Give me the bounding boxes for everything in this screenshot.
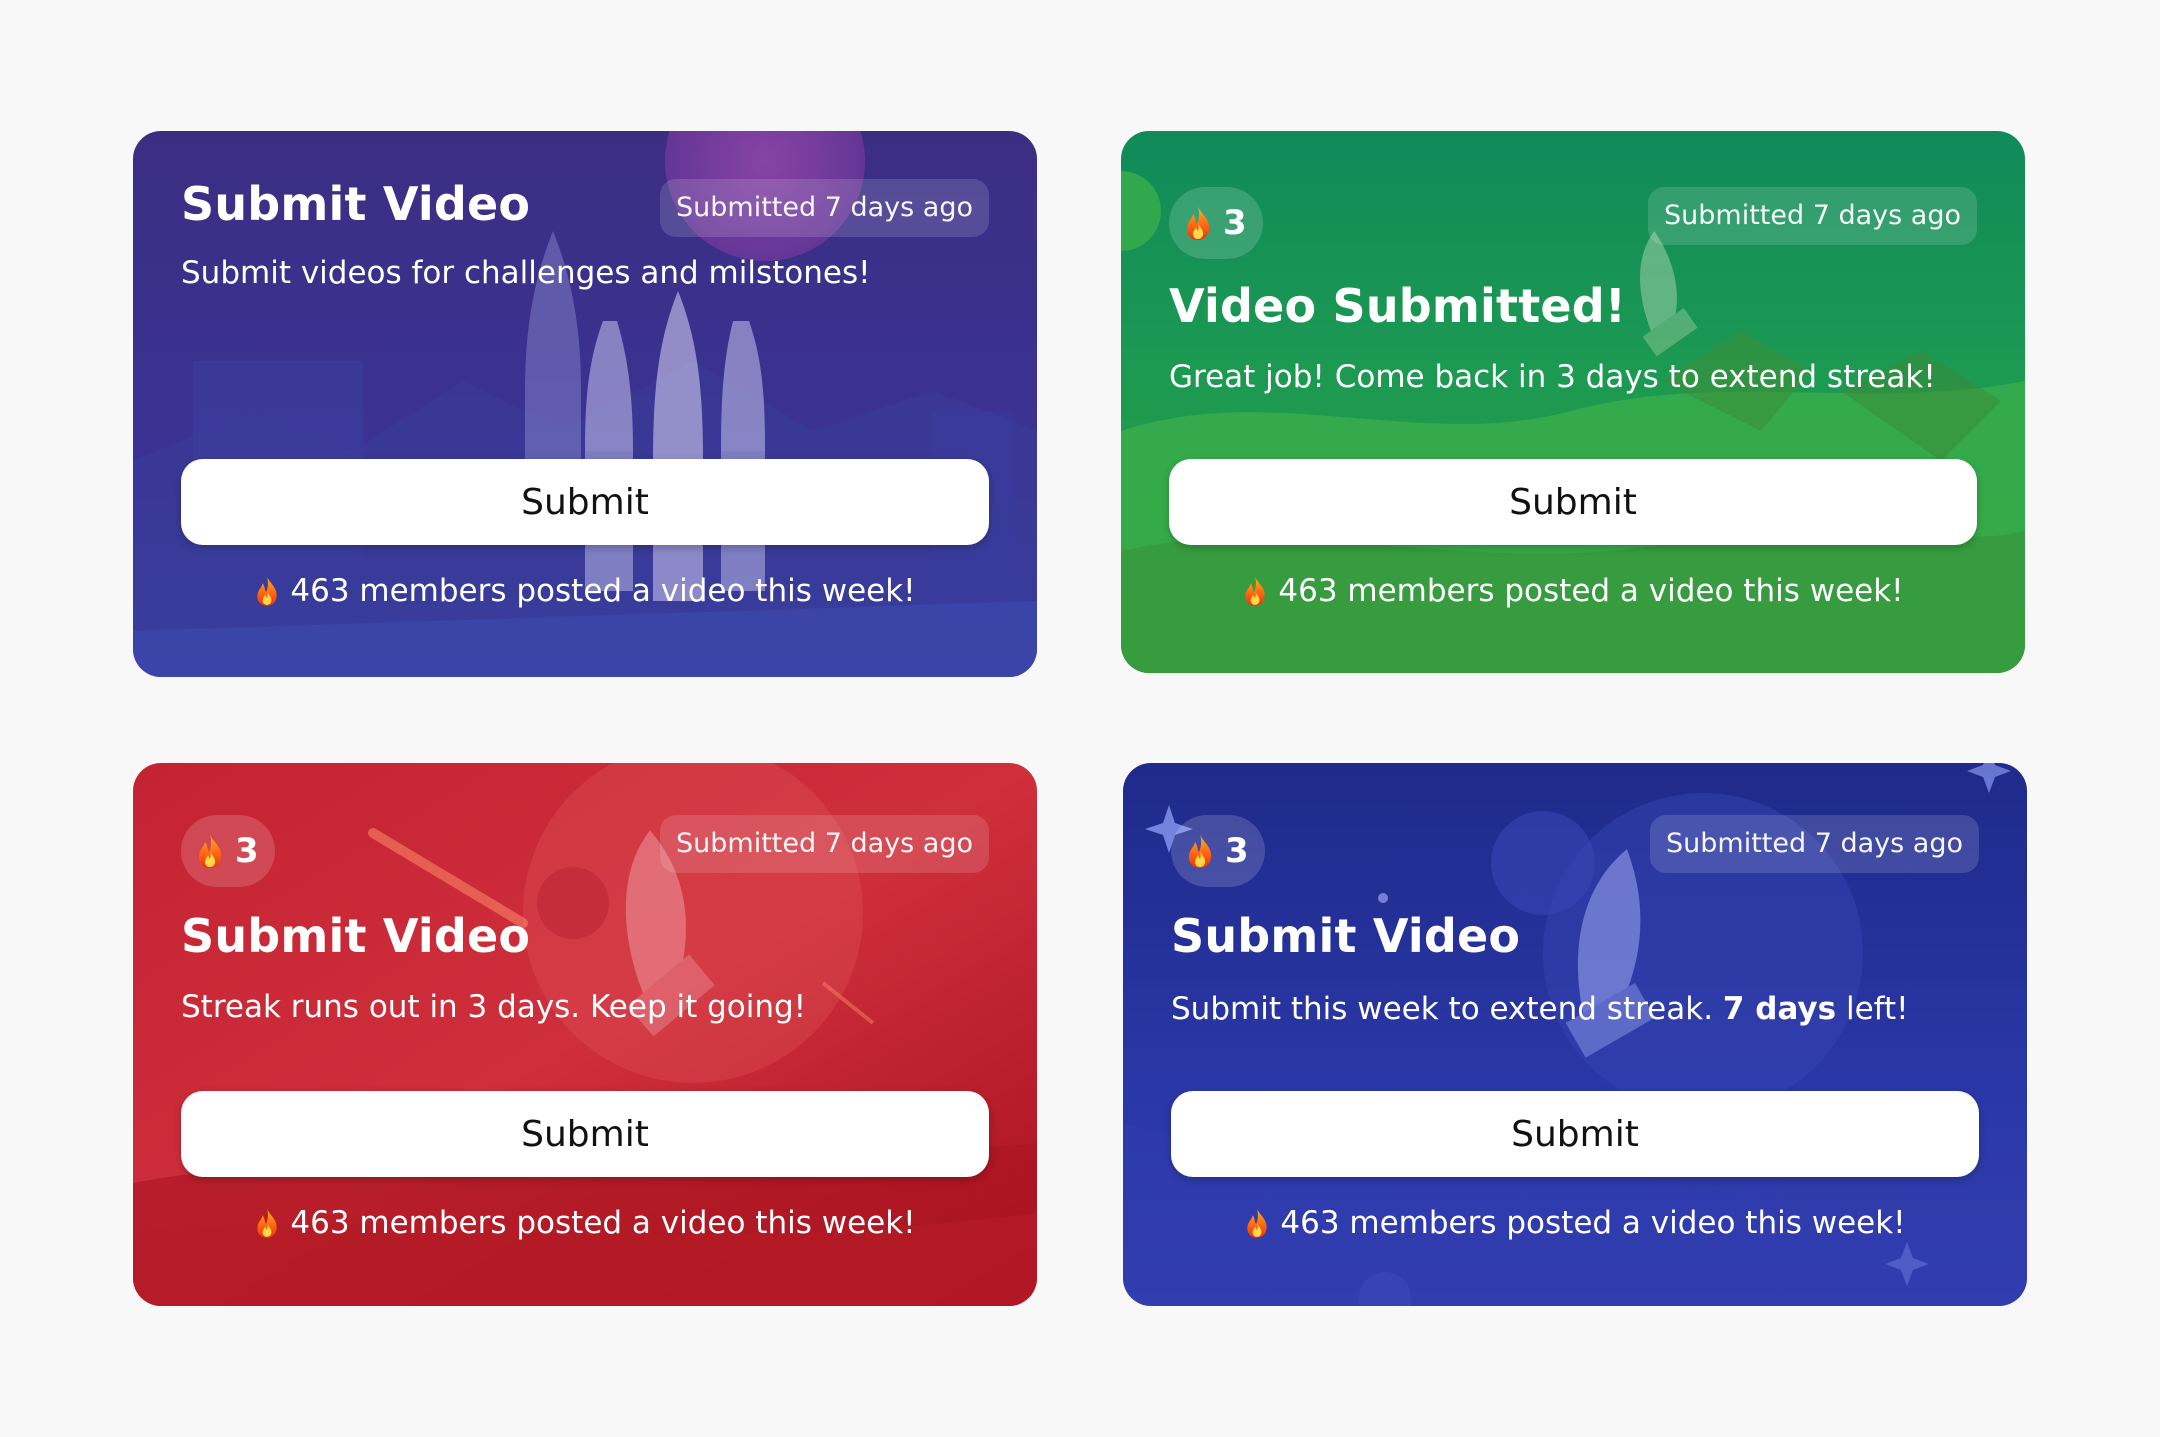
footer-text: 463 members posted a video this week! <box>290 573 916 609</box>
submit-video-card-blue: 3 Submitted 7 days ago Submit Video Subm… <box>1123 763 2027 1306</box>
streak-count: 3 <box>235 831 259 871</box>
submitted-badge: Submitted 7 days ago <box>660 815 989 873</box>
submit-button[interactable]: Submit <box>1169 459 1977 545</box>
members-posted-footer: 463 members posted a video this week! <box>133 573 1037 609</box>
card-subtitle: Submit videos for challenges and milston… <box>181 255 871 291</box>
card-title: Submit Video <box>181 177 531 231</box>
card-subtitle: Submit this week to extend streak. 7 day… <box>1171 991 1909 1027</box>
footer-text: 463 members posted a video this week! <box>290 1205 916 1241</box>
streak-count: 3 <box>1225 831 1249 871</box>
footer-text: 463 members posted a video this week! <box>1280 1205 1906 1241</box>
streak-count: 3 <box>1223 203 1247 243</box>
submitted-badge: Submitted 7 days ago <box>1650 815 1979 873</box>
days-left-emphasis: 7 days <box>1722 991 1837 1027</box>
submit-button[interactable]: Submit <box>181 1091 989 1177</box>
fire-icon <box>195 833 225 869</box>
submit-button[interactable]: Submit <box>181 459 989 545</box>
subtitle-prefix: Submit this week to extend streak. <box>1171 991 1714 1027</box>
fire-icon <box>1244 1207 1270 1239</box>
fire-icon <box>1185 833 1215 869</box>
card-title: Submit Video <box>181 909 531 963</box>
fire-icon <box>254 575 280 607</box>
subtitle-suffix: left! <box>1845 991 1909 1027</box>
members-posted-footer: 463 members posted a video this week! <box>1123 1205 2027 1241</box>
card-title: Video Submitted! <box>1169 279 1627 333</box>
footer-text: 463 members posted a video this week! <box>1278 573 1904 609</box>
card-title: Submit Video <box>1171 909 1521 963</box>
streak-counter: 3 <box>1169 187 1263 259</box>
video-submitted-card-green: 3 Submitted 7 days ago Video Submitted! … <box>1121 131 2025 673</box>
submitted-badge: Submitted 7 days ago <box>1648 187 1977 245</box>
fire-icon <box>254 1207 280 1239</box>
fire-icon <box>1183 205 1213 241</box>
streak-counter: 3 <box>181 815 275 887</box>
submit-video-card-purple: Submit Video Submitted 7 days ago Submit… <box>133 131 1037 677</box>
card-subtitle: Streak runs out in 3 days. Keep it going… <box>181 989 807 1025</box>
streak-counter: 3 <box>1171 815 1265 887</box>
submitted-badge: Submitted 7 days ago <box>660 179 989 237</box>
submit-button[interactable]: Submit <box>1171 1091 1979 1177</box>
members-posted-footer: 463 members posted a video this week! <box>1121 573 2025 609</box>
fire-icon <box>1242 575 1268 607</box>
submit-video-card-red: 3 Submitted 7 days ago Submit Video Stre… <box>133 763 1037 1306</box>
members-posted-footer: 463 members posted a video this week! <box>133 1205 1037 1241</box>
card-subtitle: Great job! Come back in 3 days to extend… <box>1169 359 1936 395</box>
